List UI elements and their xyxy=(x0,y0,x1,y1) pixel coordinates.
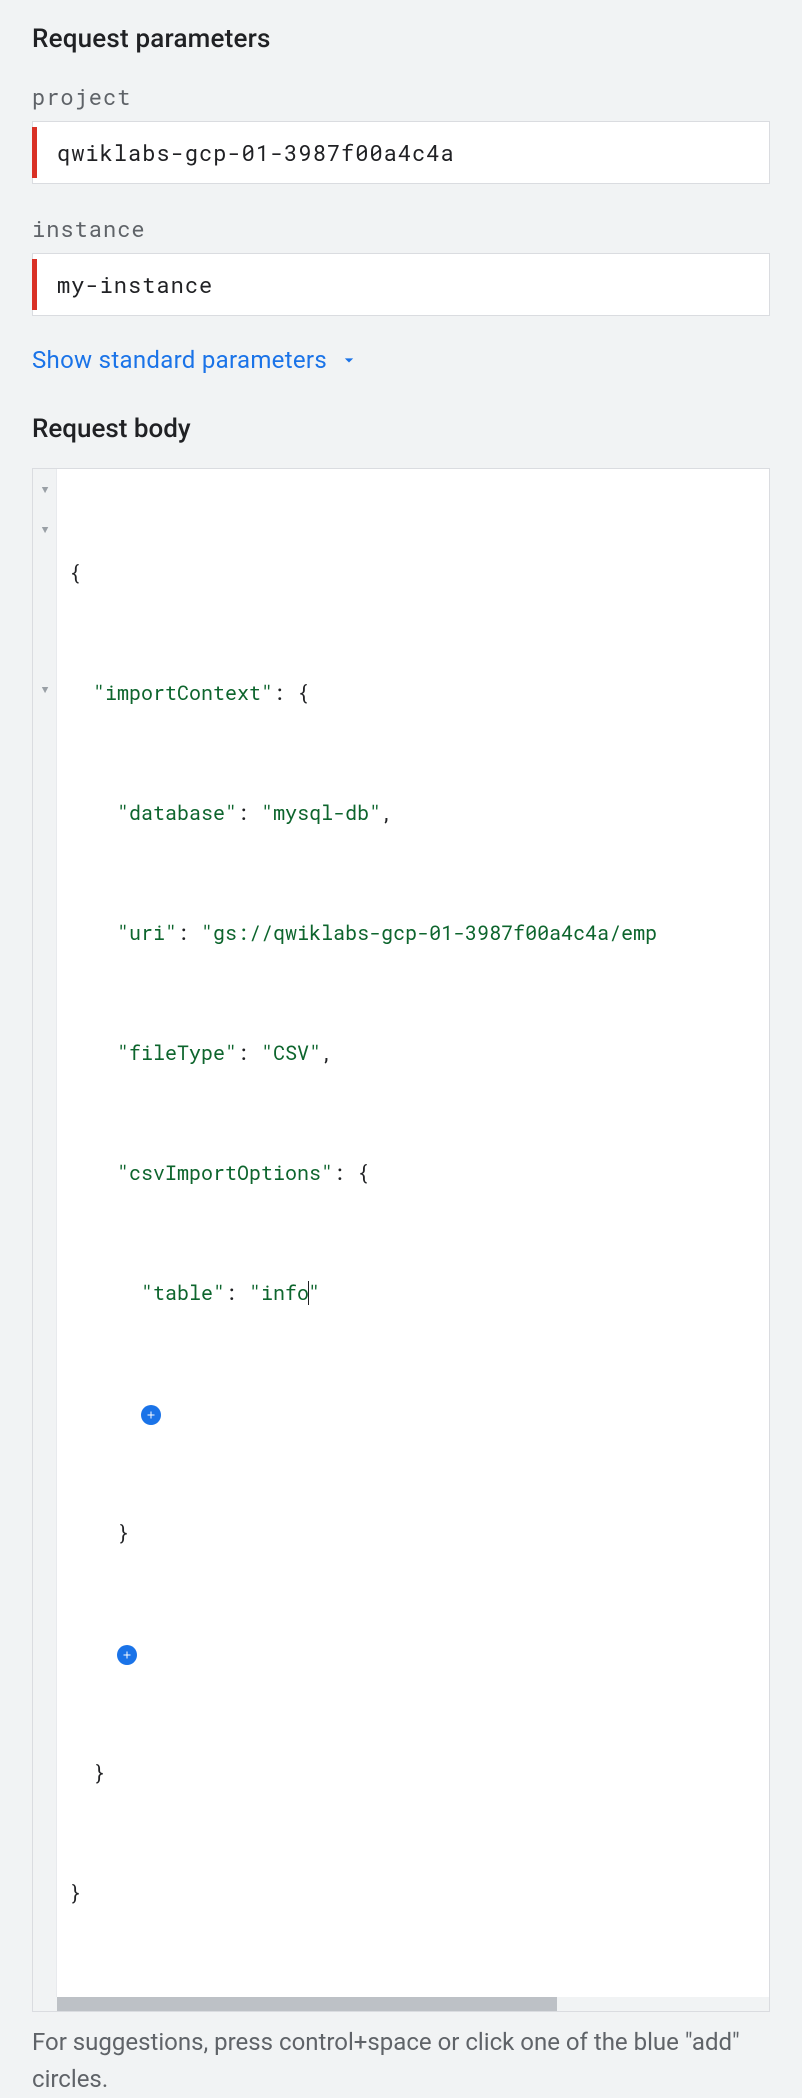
editor-gutter: ▼ ▼ ▼ xyxy=(33,469,57,2011)
json-value: "gs://qwiklabs-gcp-01-3987f00a4c4a/emp xyxy=(201,920,657,946)
request-body-title: Request body xyxy=(32,414,770,444)
show-standard-parameters-link[interactable]: Show standard parameters xyxy=(32,346,770,374)
editor-hint-text: For suggestions, press control+space or … xyxy=(32,2024,770,2098)
json-key: "uri" xyxy=(117,920,177,946)
project-label: project xyxy=(32,82,770,111)
json-key: "csvImportOptions" xyxy=(117,1160,333,1186)
instance-label: instance xyxy=(32,214,770,243)
required-indicator xyxy=(32,127,37,178)
project-input[interactable] xyxy=(32,121,770,184)
fold-arrow-icon[interactable]: ▼ xyxy=(33,469,57,509)
instance-input-wrapper xyxy=(32,253,770,316)
fold-arrow-icon[interactable]: ▼ xyxy=(33,669,57,709)
instance-input[interactable] xyxy=(32,253,770,316)
json-content[interactable]: { "importContext": { "database": "mysql-… xyxy=(33,469,769,1997)
request-body-editor[interactable]: ▼ ▼ ▼ { "importContext": { "database": "… xyxy=(32,468,770,2012)
text-cursor xyxy=(308,1281,309,1305)
scrollbar-thumb[interactable] xyxy=(57,1997,557,2011)
chevron-down-icon xyxy=(339,350,359,370)
request-parameters-title: Request parameters xyxy=(32,24,770,54)
horizontal-scrollbar[interactable] xyxy=(33,1997,769,2011)
json-value: "info xyxy=(249,1280,309,1306)
add-property-button[interactable] xyxy=(117,1645,137,1665)
fold-arrow-icon[interactable]: ▼ xyxy=(33,509,57,549)
json-value: "mysql-db" xyxy=(261,800,381,826)
project-input-wrapper xyxy=(32,121,770,184)
json-value: "CSV" xyxy=(261,1040,321,1066)
json-key: "database" xyxy=(117,800,237,826)
expand-link-label: Show standard parameters xyxy=(32,346,327,374)
json-key: "table" xyxy=(141,1280,225,1306)
json-key: "fileType" xyxy=(117,1040,237,1066)
required-indicator xyxy=(32,259,37,310)
add-property-button[interactable] xyxy=(141,1405,161,1425)
json-key: "importContext" xyxy=(93,680,273,706)
